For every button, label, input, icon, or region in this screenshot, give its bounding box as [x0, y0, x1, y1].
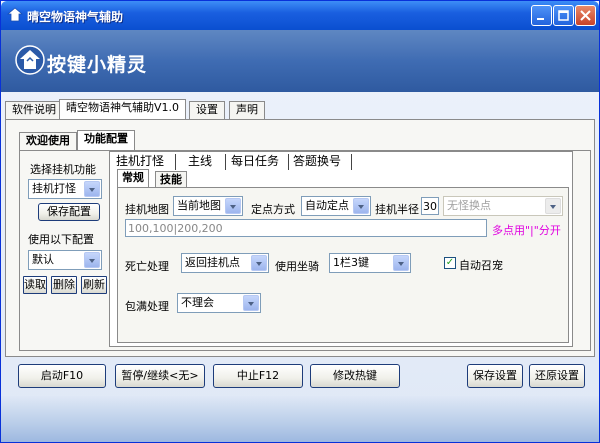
close-icon — [580, 10, 591, 21]
select-function-label: 选择挂机功能 — [30, 163, 96, 176]
logo-icon — [15, 45, 45, 75]
chevron-down-icon — [225, 198, 241, 214]
tab-general[interactable]: 常规 — [117, 169, 149, 187]
pause-resume-button[interactable]: 暂停/继续<无> — [115, 364, 205, 388]
point-mode-select[interactable]: 自动定点 — [301, 196, 371, 216]
radius-label: 挂机半径 — [375, 203, 419, 216]
points-input[interactable]: 100,100|200,200 — [125, 219, 487, 237]
chevron-down-icon — [243, 295, 259, 311]
tab-separator — [225, 154, 226, 170]
tab-separator — [351, 154, 352, 170]
map-select[interactable]: 当前地图 — [173, 196, 243, 216]
minimize-button[interactable] — [531, 5, 552, 26]
minimize-icon — [537, 18, 544, 20]
tab-software-info[interactable]: 软件说明 — [5, 101, 63, 119]
delete-button[interactable]: 删除 — [51, 276, 77, 294]
config-select[interactable]: 默认 — [28, 250, 102, 270]
tab-quiz-switch[interactable]: 答题换号 — [293, 153, 341, 171]
config-select-value: 默认 — [32, 253, 54, 266]
tab-welcome[interactable]: 欢迎使用 — [19, 132, 77, 150]
logo-text: 按键小精灵 — [47, 54, 148, 76]
auto-pet-checkbox[interactable]: ✓ — [444, 257, 456, 269]
bag-full-label: 包满处理 — [125, 300, 169, 313]
window-title: 晴空物语神气辅助 — [27, 10, 124, 24]
maximize-button[interactable] — [553, 5, 574, 26]
refresh-button[interactable]: 刷新 — [81, 276, 107, 294]
death-select[interactable]: 返回挂机点 — [181, 253, 269, 273]
auto-pet-label: 自动召宠 — [459, 259, 503, 272]
title-bar[interactable]: 晴空物语神气辅助 — [1, 1, 599, 30]
no-monster-select[interactable]: 无怪换点 — [443, 196, 563, 216]
maximize-icon — [558, 10, 569, 21]
point-mode-label: 定点方式 — [251, 203, 295, 216]
chevron-down-icon — [84, 252, 100, 268]
app-icon — [7, 7, 23, 22]
chevron-down-icon — [84, 181, 100, 197]
stop-button[interactable]: 中止F12 — [213, 364, 303, 388]
tab-function-config[interactable]: 功能配置 — [77, 130, 135, 150]
start-button[interactable]: 启动F10 — [18, 364, 106, 388]
mount-select-value: 1栏3键 — [333, 256, 369, 269]
restore-settings-button[interactable]: 还原设置 — [529, 364, 585, 388]
use-config-label: 使用以下配置 — [28, 233, 94, 246]
function-select[interactable]: 挂机打怪 — [28, 179, 102, 199]
tab-skills[interactable]: 技能 — [155, 171, 187, 187]
bag-full-select[interactable]: 不理会 — [177, 293, 261, 313]
read-button[interactable]: 读取 — [23, 276, 47, 294]
death-label: 死亡处理 — [125, 260, 169, 273]
map-label: 挂机地图 — [125, 203, 169, 216]
chevron-down-icon — [251, 255, 267, 271]
points-hint: 多点用"|"分开 — [492, 224, 561, 237]
bag-full-select-value: 不理会 — [181, 296, 214, 309]
tab-statement[interactable]: 声明 — [229, 101, 265, 119]
close-button[interactable] — [575, 5, 596, 26]
function-select-value: 挂机打怪 — [32, 182, 76, 195]
chevron-down-icon — [393, 255, 409, 271]
tab-separator — [288, 154, 289, 170]
bottom-banner — [1, 396, 599, 442]
death-select-value: 返回挂机点 — [185, 256, 240, 269]
tab-separator — [175, 154, 176, 170]
radius-input[interactable]: 30 — [421, 197, 439, 215]
chevron-down-icon — [353, 198, 369, 214]
save-config-button[interactable]: 保存配置 — [38, 203, 100, 221]
tab-daily-task[interactable]: 每日任务 — [231, 153, 279, 171]
mount-select[interactable]: 1栏3键 — [329, 253, 411, 273]
no-monster-select-value: 无怪换点 — [447, 199, 491, 212]
tab-settings[interactable]: 设置 — [189, 101, 225, 119]
chevron-down-icon — [545, 198, 561, 214]
save-settings-button[interactable]: 保存设置 — [467, 364, 523, 388]
tab-main-quest[interactable]: 主线 — [188, 153, 212, 171]
main-window: 晴空物语神气辅助 按键小精灵 软件说明 晴空物语神气辅助V1.0 设置 声明 欢… — [0, 0, 600, 443]
point-mode-select-value: 自动定点 — [305, 199, 349, 212]
tab-assistant[interactable]: 晴空物语神气辅助V1.0 — [59, 99, 187, 119]
map-select-value: 当前地图 — [177, 199, 221, 212]
modify-hotkey-button[interactable]: 修改热键 — [310, 364, 400, 388]
mount-label: 使用坐骑 — [275, 260, 319, 273]
